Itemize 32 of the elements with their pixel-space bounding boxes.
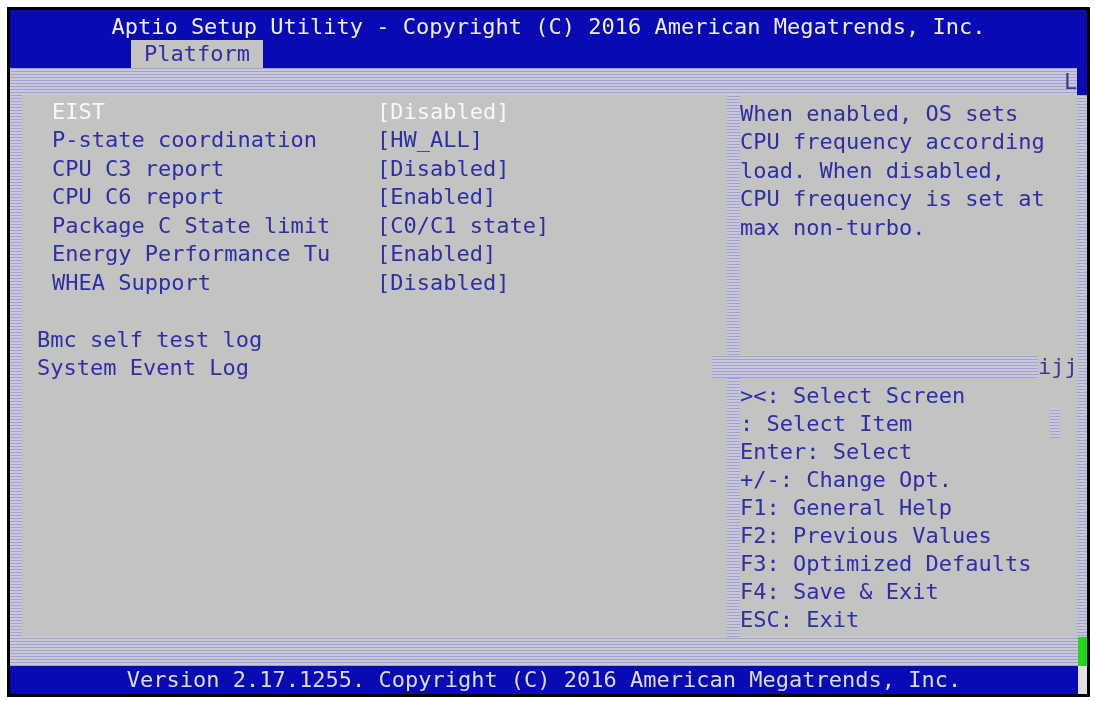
setting-value[interactable]: [HW_ALL] bbox=[377, 126, 483, 155]
key-hint: ESC: Exit bbox=[740, 607, 860, 632]
key-hint: Enter: Select bbox=[740, 439, 913, 464]
setting-label[interactable]: CPU C6 report bbox=[52, 183, 377, 212]
version-text: Version 2.17.1255. Copyright (C) 2016 American Megatrends, Inc. bbox=[126, 666, 962, 694]
menu-tab[interactable]: Platform bbox=[131, 40, 263, 68]
scrollbar-thumb bbox=[1050, 408, 1060, 438]
submenu-item[interactable]: Bmc self test log bbox=[37, 325, 263, 354]
setting-value[interactable]: [Enabled] bbox=[377, 240, 497, 269]
key-hint: +/-: Change Opt. bbox=[740, 467, 952, 492]
setting-value[interactable]: [Disabled] bbox=[377, 268, 510, 297]
indicator-block bbox=[1078, 637, 1087, 666]
help-text: When enabled, OS sets CPU frequency according load. When disabled, CPU frequency is set at max non-turbo. bbox=[740, 99, 1046, 242]
setting-value[interactable]: [C0/C1 state] bbox=[377, 211, 550, 240]
setting-label[interactable]: P-state coordination bbox=[52, 126, 377, 155]
corner-glyph: L bbox=[1064, 68, 1077, 95]
frame-corner bbox=[1078, 666, 1087, 694]
setting-label[interactable]: CPU C3 report bbox=[52, 154, 377, 183]
setting-value[interactable]: [Disabled] bbox=[377, 154, 510, 183]
submenu-item[interactable]: System Event Log bbox=[37, 354, 249, 383]
window-title: Aptio Setup Utility - Copyright (C) 2016 American Megatrends, Inc. bbox=[111, 14, 986, 40]
setting-label[interactable]: Package C State limit bbox=[52, 211, 377, 240]
key-hint: F3: Optimized Defaults bbox=[740, 551, 1032, 576]
divider-glyphs: ijj bbox=[1038, 355, 1078, 378]
key-hint: F2: Previous Values bbox=[740, 523, 992, 548]
key-hint: ><: Select Screen bbox=[740, 383, 966, 408]
key-hint: F1: General Help bbox=[740, 495, 952, 520]
key-hint: : Select Item bbox=[740, 411, 913, 436]
setting-label[interactable]: WHEA Support bbox=[52, 268, 377, 297]
setting-value[interactable]: [Enabled] bbox=[377, 183, 497, 212]
key-hint: F4: Save & Exit bbox=[740, 579, 939, 604]
setting-label[interactable]: Energy Performance Tu bbox=[52, 240, 377, 269]
